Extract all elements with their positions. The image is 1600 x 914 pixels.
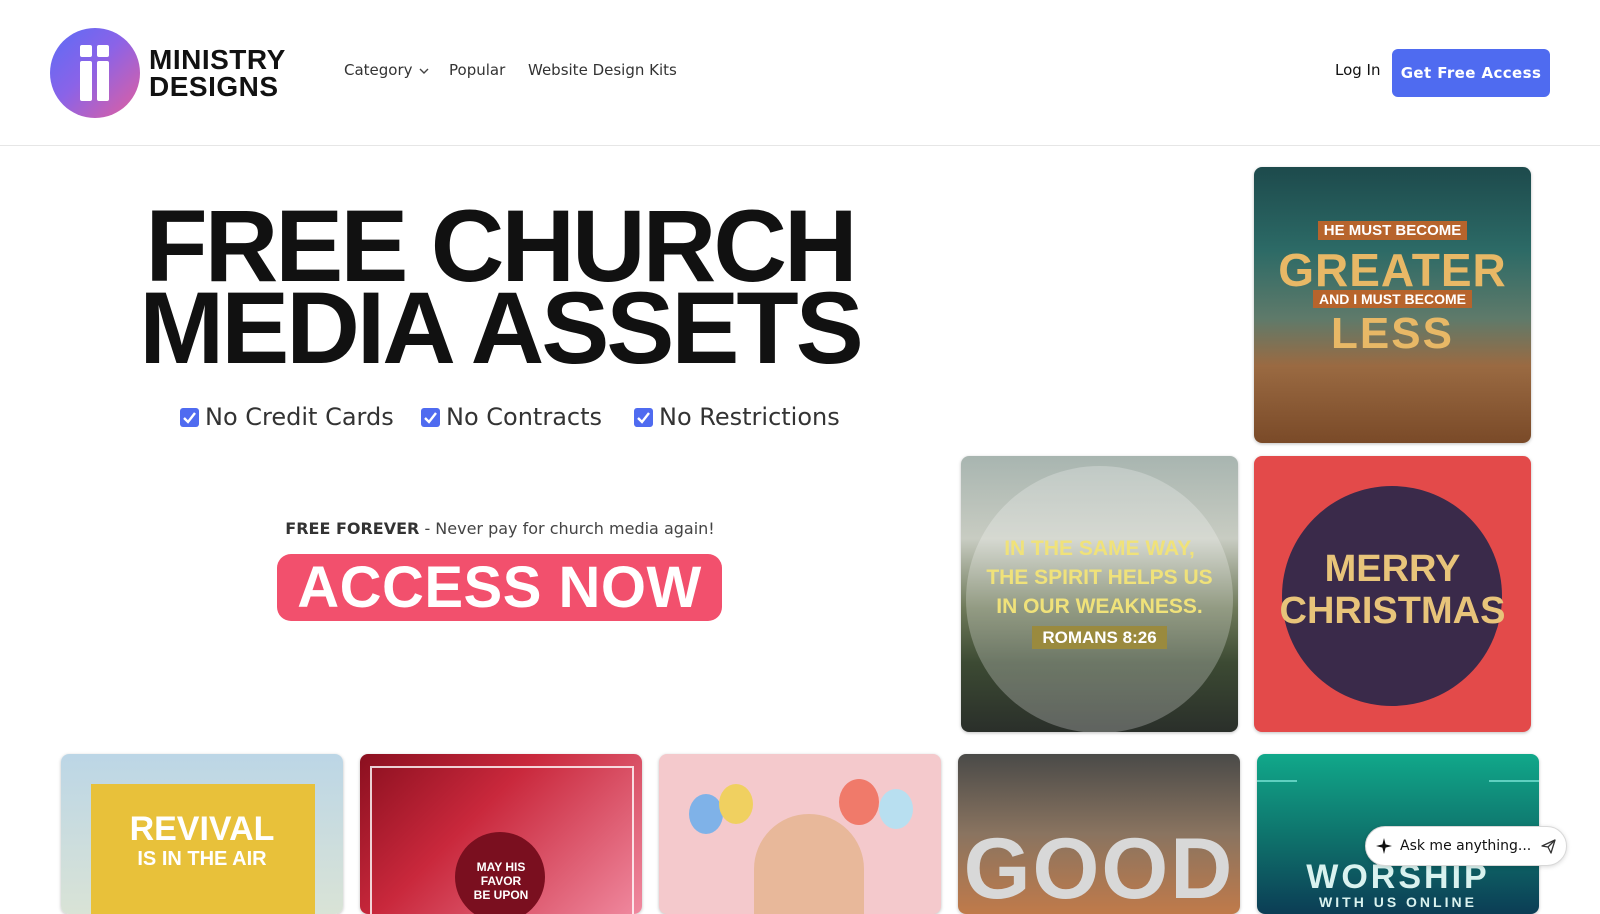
checkbox-checked-icon: [634, 407, 653, 427]
brand-logo[interactable]: MINISTRY DESIGNS: [50, 28, 300, 118]
tile-text: HE MUST BECOME: [1317, 221, 1468, 240]
design-tile-good[interactable]: GOOD: [958, 754, 1240, 914]
design-tile-greater[interactable]: HE MUST BECOME GREATER AND I MUST BECOME…: [1254, 167, 1531, 443]
sparkle-icon: [1376, 838, 1392, 854]
tile-text: ROMANS 8:26: [1032, 626, 1167, 649]
design-tile-christmas[interactable]: MERRY CHRISTMAS: [1254, 456, 1531, 732]
logo-line-2: DESIGNS: [149, 71, 279, 102]
tile-text: WITH US ONLINE: [1319, 894, 1477, 910]
site-header: MINISTRY DESIGNS Category Popular Websit…: [0, 0, 1600, 146]
logo-wordmark: MINISTRY DESIGNS: [149, 44, 286, 102]
tile-text: IN OUR WEAKNESS.: [996, 595, 1203, 618]
design-tile-family[interactable]: [659, 754, 941, 914]
tile-text: FAVOR: [480, 874, 522, 888]
tile-text: GREATER: [1278, 244, 1507, 296]
tile-text: MERRY: [1324, 548, 1461, 590]
hero-heading: FREE CHURCH MEDIA ASSETS: [100, 195, 900, 385]
benefit-label: No Credit Cards: [205, 403, 394, 431]
checkbox-checked-icon: [180, 407, 199, 427]
nav-popular[interactable]: Popular: [449, 61, 505, 79]
logo-line-1: MINISTRY: [149, 44, 286, 75]
access-now-button[interactable]: ACCESS NOW: [277, 554, 722, 621]
chevron-down-icon[interactable]: [419, 68, 429, 75]
design-tile-romans[interactable]: IN THE SAME WAY, THE SPIRIT HELPS US IN …: [961, 456, 1238, 732]
benefit-item: No Restrictions: [634, 403, 840, 431]
benefit-label: No Contracts: [446, 403, 603, 431]
benefit-item: No Contracts: [421, 403, 602, 431]
chat-input[interactable]: Ask me anything...: [1400, 838, 1541, 854]
tile-text: LESS: [1331, 309, 1454, 358]
tile-text: IN THE SAME WAY,: [1004, 537, 1195, 560]
tagline-emphasis: FREE FOREVER: [285, 519, 420, 538]
login-link[interactable]: Log In: [1335, 61, 1381, 79]
design-tile-favor[interactable]: MAY HIS FAVOR BE UPON: [360, 754, 642, 914]
tile-text: CHRISTMAS: [1279, 590, 1506, 632]
checkbox-checked-icon: [421, 407, 440, 427]
hero-tagline: FREE FOREVER - Never pay for church medi…: [200, 519, 800, 538]
benefit-label: No Restrictions: [659, 403, 840, 431]
get-free-access-button[interactable]: Get Free Access: [1392, 49, 1550, 97]
nav-website-design-kits[interactable]: Website Design Kits: [528, 61, 677, 79]
design-tile-revival[interactable]: REVIVAL IS IN THE AIR: [61, 754, 343, 914]
tagline-text: - Never pay for church media again!: [419, 519, 715, 538]
tile-text: MAY HIS: [476, 860, 526, 874]
tile-text: REVIVAL: [129, 810, 275, 848]
ai-chat-widget[interactable]: Ask me anything...: [1365, 826, 1567, 866]
logo-mark: [50, 28, 140, 118]
send-icon[interactable]: [1541, 838, 1556, 854]
tile-text: AND I MUST BECOME: [1313, 290, 1472, 308]
benefit-item: No Credit Cards: [180, 403, 394, 431]
tile-text: IS IN THE AIR: [137, 848, 267, 870]
nav-category[interactable]: Category: [344, 61, 413, 79]
tile-text: THE SPIRIT HELPS US: [986, 566, 1213, 589]
hero-heading-line-2: MEDIA ASSETS: [139, 271, 864, 385]
